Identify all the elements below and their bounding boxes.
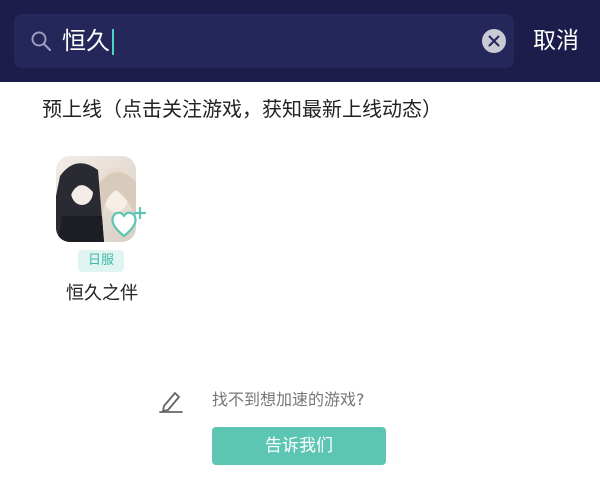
follow-game-button[interactable] — [110, 206, 148, 240]
tell-us-button[interactable]: 告诉我们 — [212, 427, 386, 465]
search-header: 恒久 取消 — [0, 0, 600, 82]
cancel-button[interactable]: 取消 — [533, 22, 579, 60]
search-box[interactable]: 恒久 — [14, 14, 514, 68]
section-title: 预上线（点击关注游戏，获知最新上线动态） — [42, 97, 442, 121]
search-icon — [30, 30, 52, 52]
game-card[interactable]: 日服 恒久之伴 — [52, 152, 152, 312]
game-name: 恒久之伴 — [66, 283, 138, 304]
region-badge: 日服 — [78, 250, 124, 272]
clear-search-button[interactable] — [482, 29, 506, 53]
text-caret — [112, 29, 114, 55]
heart-plus-icon — [111, 206, 147, 238]
search-query: 恒久 — [62, 27, 110, 55]
clear-icon — [488, 35, 500, 47]
search-input[interactable]: 恒久 — [62, 24, 114, 58]
missing-game-hint: 找不到想加速的游戏? — [212, 390, 365, 409]
pencil-icon — [158, 387, 184, 413]
